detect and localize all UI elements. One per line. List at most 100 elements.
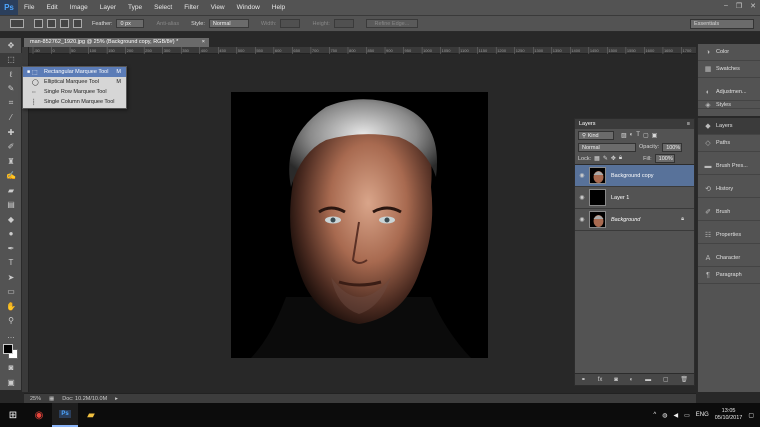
opacity-input[interactable]: 100%: [662, 142, 683, 152]
mask-icon[interactable]: ◙: [614, 377, 618, 383]
layer-row-background[interactable]: ◉ Background 🔒︎: [575, 209, 694, 231]
document-tab[interactable]: man-852762_1920.jpg @ 25% (Background co…: [24, 38, 209, 47]
fx-icon[interactable]: fx: [598, 377, 603, 383]
dock-character[interactable]: A Character: [698, 250, 760, 267]
lasso-tool-icon[interactable]: ℓ: [0, 67, 22, 82]
screen-mode-icon[interactable]: ▣: [0, 375, 22, 390]
type-tool-icon[interactable]: T: [0, 256, 22, 271]
pixel-filter-icon[interactable]: ▨: [621, 132, 627, 139]
visibility-eye-icon[interactable]: ◉: [575, 172, 589, 179]
adjustment-filter-icon[interactable]: ◐: [630, 132, 634, 138]
tool-preset-picker[interactable]: [10, 19, 24, 28]
history-brush-tool-icon[interactable]: ✍: [0, 169, 22, 184]
dock-layers[interactable]: ◆ Layers: [698, 118, 760, 135]
move-tool-icon[interactable]: ✥: [0, 38, 22, 53]
fill-input[interactable]: 100%: [654, 154, 675, 163]
lock-paint-icon[interactable]: ✎: [603, 155, 608, 162]
intersect-selection-icon[interactable]: [73, 19, 82, 28]
windows-start-icon[interactable]: ⊞: [0, 403, 26, 427]
color-swatches[interactable]: [0, 343, 22, 361]
flyout-rectangular-marquee[interactable]: ■ ⬚ Rectangular Marquee Tool M: [23, 67, 126, 77]
visibility-eye-icon[interactable]: ◉: [575, 216, 589, 223]
layer-name[interactable]: Layer 1: [611, 195, 629, 201]
chrome-icon[interactable]: ◉: [26, 403, 52, 427]
new-layer-icon[interactable]: ▢: [663, 376, 669, 383]
rectangular-marquee-tool-icon[interactable]: ⬚: [0, 52, 22, 67]
antialias-checkbox[interactable]: Anti-alias: [156, 21, 179, 27]
layer-name[interactable]: Background: [611, 217, 640, 223]
restore-button[interactable]: ❐: [736, 2, 742, 10]
foreground-color-swatch[interactable]: [3, 343, 13, 354]
crop-tool-icon[interactable]: ⌗: [0, 96, 22, 111]
menu-file[interactable]: File: [18, 0, 40, 15]
eraser-tool-icon[interactable]: ▰: [0, 183, 22, 198]
battery-icon[interactable]: ▭: [684, 412, 690, 419]
dock-swatches[interactable]: ▦ Swatches: [698, 61, 760, 78]
layer-row-layer-1[interactable]: ◉ Layer 1: [575, 187, 694, 209]
layers-panel-header[interactable]: Layers ≡: [575, 119, 694, 129]
type-filter-icon[interactable]: T: [636, 132, 640, 138]
dock-properties[interactable]: ☷ Properties: [698, 227, 760, 244]
kind-filter-select[interactable]: ⚲ Kind: [578, 130, 614, 140]
more-tools-icon[interactable]: …: [0, 328, 22, 343]
visibility-eye-icon[interactable]: ◉: [575, 194, 589, 201]
hand-tool-icon[interactable]: ✋: [0, 299, 22, 314]
notifications-icon[interactable]: ▢: [748, 412, 754, 419]
new-selection-icon[interactable]: [34, 19, 43, 28]
style-select[interactable]: Normal: [208, 19, 249, 28]
zoom-level[interactable]: 25%: [30, 396, 41, 402]
dock-paragraph[interactable]: ¶ Paragraph: [698, 267, 760, 284]
refine-edge-button[interactable]: Refine Edge...: [365, 19, 418, 28]
panel-menu-icon[interactable]: ≡: [687, 119, 690, 129]
eyedropper-tool-icon[interactable]: ⁄: [0, 111, 22, 126]
blur-tool-icon[interactable]: ◆: [0, 212, 22, 227]
dock-color[interactable]: ◑ Color: [698, 44, 760, 61]
flyout-elliptical-marquee[interactable]: ◯ Elliptical Marquee Tool M: [23, 77, 126, 87]
feather-input[interactable]: 0 px: [116, 19, 145, 28]
dock-brush-presets[interactable]: ▬ Brush Pres...: [698, 158, 760, 175]
rectangle-tool-icon[interactable]: ▭: [0, 285, 22, 300]
height-input[interactable]: [333, 19, 354, 28]
close-document-icon[interactable]: ×: [202, 38, 205, 47]
width-input[interactable]: [280, 19, 301, 28]
workspace-select[interactable]: Essentials: [690, 19, 754, 29]
folder-icon[interactable]: ▬: [645, 377, 651, 383]
flyout-single-row-marquee[interactable]: ┄ Single Row Marquee Tool: [23, 87, 126, 97]
lock-position-icon[interactable]: ✥: [611, 155, 616, 162]
link-icon[interactable]: ⚭: [581, 376, 586, 383]
add-selection-icon[interactable]: [47, 19, 56, 28]
minimize-button[interactable]: –: [724, 2, 728, 10]
quick-mask-icon[interactable]: ◙: [0, 361, 22, 376]
tray-arrow-icon[interactable]: ^: [653, 412, 656, 418]
flyout-single-column-marquee[interactable]: ┆ Single Column Marquee Tool: [23, 97, 126, 107]
brush-tool-icon[interactable]: ✐: [0, 140, 22, 155]
status-arrow-icon[interactable]: ▸: [115, 396, 118, 402]
volume-icon[interactable]: ◀: [673, 412, 678, 419]
document-image[interactable]: [231, 92, 488, 358]
menu-view[interactable]: View: [205, 0, 231, 15]
blend-mode-select[interactable]: Normal: [578, 142, 636, 152]
path-selection-tool-icon[interactable]: ➤: [0, 270, 22, 285]
dock-paths[interactable]: ◇ Paths: [698, 135, 760, 152]
gradient-tool-icon[interactable]: ▤: [0, 198, 22, 213]
quick-selection-tool-icon[interactable]: ✎: [0, 82, 22, 97]
menu-edit[interactable]: Edit: [40, 0, 63, 15]
file-explorer-icon[interactable]: ▰: [78, 403, 104, 427]
adjustment-icon[interactable]: ◐: [630, 377, 634, 383]
menu-help[interactable]: Help: [266, 0, 291, 15]
layer-row-background-copy[interactable]: ◉ Background copy: [575, 165, 694, 187]
photoshop-taskbar-icon[interactable]: Ps: [52, 403, 78, 427]
menu-type[interactable]: Type: [122, 0, 148, 15]
smart-filter-icon[interactable]: ▣: [652, 132, 658, 139]
dock-styles[interactable]: ◈ Styles: [698, 101, 760, 109]
lock-pixels-icon[interactable]: ▦: [594, 155, 600, 162]
lock-all-icon[interactable]: 🔒︎: [619, 155, 622, 162]
clone-stamp-tool-icon[interactable]: ♜: [0, 154, 22, 169]
language-indicator[interactable]: ENG: [696, 412, 709, 418]
clock[interactable]: 13:05 05/10/2017: [715, 408, 743, 422]
menu-filter[interactable]: Filter: [178, 0, 204, 15]
status-info-icon[interactable]: ▦: [49, 396, 54, 402]
network-icon[interactable]: ◍: [662, 412, 667, 419]
subtract-selection-icon[interactable]: [60, 19, 69, 28]
pen-tool-icon[interactable]: ✒: [0, 241, 22, 256]
